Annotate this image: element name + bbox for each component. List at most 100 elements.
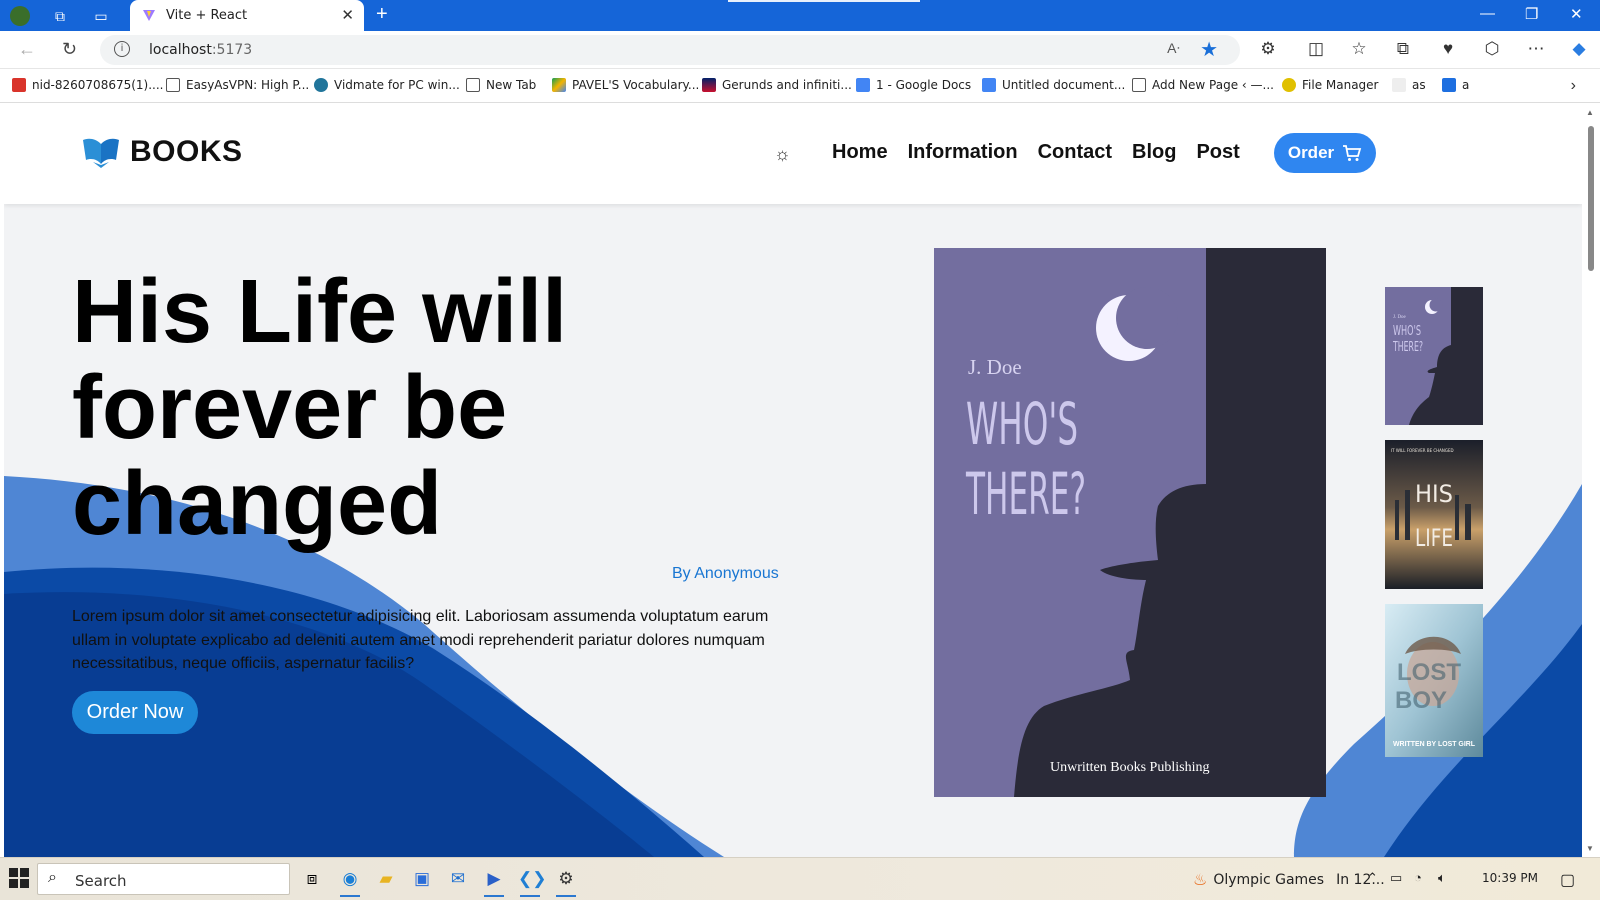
copilot-extension-icon[interactable]: ⬡ xyxy=(1481,39,1503,59)
workspaces-icon[interactable]: ⧉ xyxy=(50,6,70,26)
powershell-icon[interactable]: ▶ xyxy=(482,867,506,897)
thumb-text: WRITTEN BY LOST GIRL xyxy=(1393,739,1475,748)
store-icon[interactable]: ▣ xyxy=(410,867,434,891)
file-explorer-icon[interactable]: ▰ xyxy=(374,867,398,891)
hero-author: By Anonymous xyxy=(672,565,779,582)
restore-icon[interactable]: ❐ xyxy=(1525,5,1538,23)
cart-icon xyxy=(1343,145,1362,161)
task-view-icon[interactable]: ⧈ xyxy=(300,867,324,891)
taskbar-clock[interactable]: 10:39 PM xyxy=(1482,871,1538,885)
bookmark-item[interactable]: New Tab xyxy=(466,78,536,92)
nav-blog[interactable]: Blog xyxy=(1132,141,1176,164)
bookmark-item[interactable]: Gerunds and infiniti... xyxy=(702,78,852,92)
close-window-icon[interactable]: ✕ xyxy=(1570,5,1583,23)
page-viewport: BOOKS ☼ Home Information Contact Blog Po… xyxy=(4,104,1582,857)
bookmark-label: Gerunds and infiniti... xyxy=(722,78,852,92)
bookmark-item[interactable]: PAVEL'S Vocabulary... xyxy=(552,78,699,92)
whos-there-thumbnail[interactable]: J. Doe WHO'S THERE? xyxy=(1385,287,1483,425)
vite-favicon-icon xyxy=(143,10,155,21)
more-menu-icon[interactable]: ⋯ xyxy=(1525,39,1547,59)
bookmark-item[interactable]: EasyAsVPN: High P... xyxy=(166,78,309,92)
docs-icon xyxy=(856,78,870,92)
windows-start-icon[interactable] xyxy=(9,868,29,888)
site-info-icon[interactable]: i xyxy=(114,41,130,57)
bookmark-label: 1 - Google Docs xyxy=(876,78,972,92)
volume-icon[interactable]: 🔈︎ xyxy=(1438,870,1446,886)
lost-boy-thumbnail[interactable]: LOST BOY WRITTEN BY LOST GIRL xyxy=(1385,604,1483,757)
refresh-icon[interactable]: ↻ xyxy=(62,39,77,60)
edge-browser-icon[interactable]: ◉ xyxy=(338,867,362,897)
nav-information[interactable]: Information xyxy=(908,141,1018,164)
back-icon[interactable]: ← xyxy=(18,39,36,60)
battery-icon[interactable]: ▭ xyxy=(1390,870,1402,886)
chevron-right-icon[interactable]: › xyxy=(1571,77,1576,95)
page-icon xyxy=(166,78,180,92)
address-bar[interactable]: i localhost:5173 Aᐧ ★ xyxy=(100,35,1240,65)
brand-logo[interactable]: BOOKS xyxy=(82,134,243,170)
bookmark-item[interactable]: Vidmate for PC win... xyxy=(314,78,460,92)
close-tab-icon[interactable]: ✕ xyxy=(341,6,354,24)
thumb-text: HIS xyxy=(1415,480,1453,508)
url-text[interactable]: localhost:5173 xyxy=(149,42,252,58)
drive-icon xyxy=(552,78,566,92)
scroll-up-icon[interactable]: ▲ xyxy=(1586,108,1594,117)
browser-tab[interactable]: Vite + React ✕ xyxy=(130,0,364,31)
app-icon xyxy=(1442,78,1456,92)
new-tab-icon[interactable]: + xyxy=(376,3,388,26)
bookmark-label: PAVEL'S Vocabulary... xyxy=(572,78,700,92)
windows-taskbar: ⌕ Search ⧈ ◉ ▰ ▣ ✉ ▶ ❮❯ ⚙ ♨ Olympic Game… xyxy=(0,857,1600,900)
order-now-button[interactable]: Order Now xyxy=(72,691,198,734)
blank-icon xyxy=(1392,78,1406,92)
favorite-star-icon[interactable]: ★ xyxy=(1200,37,1218,62)
collections-icon[interactable]: ⧉ xyxy=(1392,39,1414,59)
bookmark-label: nid-8260708675(1).... xyxy=(32,78,164,92)
page-scrollbar[interactable]: ▲ ▼ xyxy=(1582,104,1600,857)
performance-icon[interactable]: ♥ xyxy=(1437,39,1459,59)
bookmarks-bar: nid-8260708675(1).... EasyAsVPN: High P.… xyxy=(0,69,1600,103)
bookmark-label: EasyAsVPN: High P... xyxy=(186,78,310,92)
bookmark-item[interactable]: File Manager xyxy=(1282,78,1379,92)
cover-publisher: Unwritten Books Publishing xyxy=(1050,760,1209,775)
vscode-icon[interactable]: ❮❯ xyxy=(518,867,547,897)
bookmark-item[interactable]: 1 - Google Docs xyxy=(856,78,971,92)
mail-icon[interactable]: ✉ xyxy=(446,867,470,891)
order-button[interactable]: Order xyxy=(1274,133,1376,173)
thumb-text: BOY xyxy=(1395,687,1447,714)
news-widget[interactable]: ♨ Olympic Games In 12... xyxy=(1193,870,1385,889)
scrollbar-thumb[interactable] xyxy=(1588,126,1594,271)
nav-home[interactable]: Home xyxy=(832,141,888,164)
bookmark-label: New Tab xyxy=(486,78,537,92)
taskbar-search[interactable]: ⌕ Search xyxy=(37,863,290,895)
thumb-text: IT WILL FOREVER BE CHANGED xyxy=(1391,448,1454,453)
his-life-thumbnail[interactable]: IT WILL FOREVER BE CHANGED HIS LIFE xyxy=(1385,440,1483,589)
bookmark-item[interactable]: a xyxy=(1442,78,1469,92)
taskbar-search-placeholder: Search xyxy=(75,872,127,890)
file-manager-icon xyxy=(1282,78,1296,92)
nav-post[interactable]: Post xyxy=(1196,141,1239,164)
wifi-icon[interactable]: ◔ xyxy=(1414,870,1422,885)
minimize-icon[interactable]: — xyxy=(1480,5,1495,22)
bookmark-label: Vidmate for PC win... xyxy=(334,78,460,92)
notifications-icon[interactable]: ▢ xyxy=(1560,870,1575,890)
chevron-up-icon[interactable]: ⌃ xyxy=(1367,870,1378,886)
bookmark-item[interactable]: Add New Page ‹ —... xyxy=(1132,78,1274,92)
split-screen-icon[interactable]: ◫ xyxy=(1305,39,1327,59)
favorites-icon[interactable]: ☆ xyxy=(1348,39,1370,59)
featured-book-cover[interactable]: J. Doe WHO'S THERE? Unwritten Books Publ… xyxy=(934,248,1326,797)
url-host: localhost xyxy=(149,42,212,58)
tab-actions-icon[interactable]: ▭ xyxy=(91,6,111,26)
copilot-icon[interactable]: ◆ xyxy=(1568,39,1590,59)
sun-theme-toggle-icon[interactable]: ☼ xyxy=(774,144,791,165)
bookmark-label: Untitled document... xyxy=(1002,78,1126,92)
scroll-down-icon[interactable]: ▼ xyxy=(1586,844,1594,853)
site-header: BOOKS ☼ Home Information Contact Blog Po… xyxy=(4,104,1582,204)
bookmark-item[interactable]: Untitled document... xyxy=(982,78,1125,92)
settings-gear-icon[interactable]: ⚙ xyxy=(554,867,578,897)
bookmark-item[interactable]: as xyxy=(1392,78,1426,92)
bookmark-item[interactable]: nid-8260708675(1).... xyxy=(12,78,164,92)
profile-avatar[interactable] xyxy=(10,6,30,26)
extensions-icon[interactable]: ⚙ xyxy=(1257,39,1279,59)
read-aloud-icon[interactable]: Aᐧ xyxy=(1167,40,1180,57)
url-port: :5173 xyxy=(211,42,253,58)
nav-contact[interactable]: Contact xyxy=(1038,141,1112,164)
